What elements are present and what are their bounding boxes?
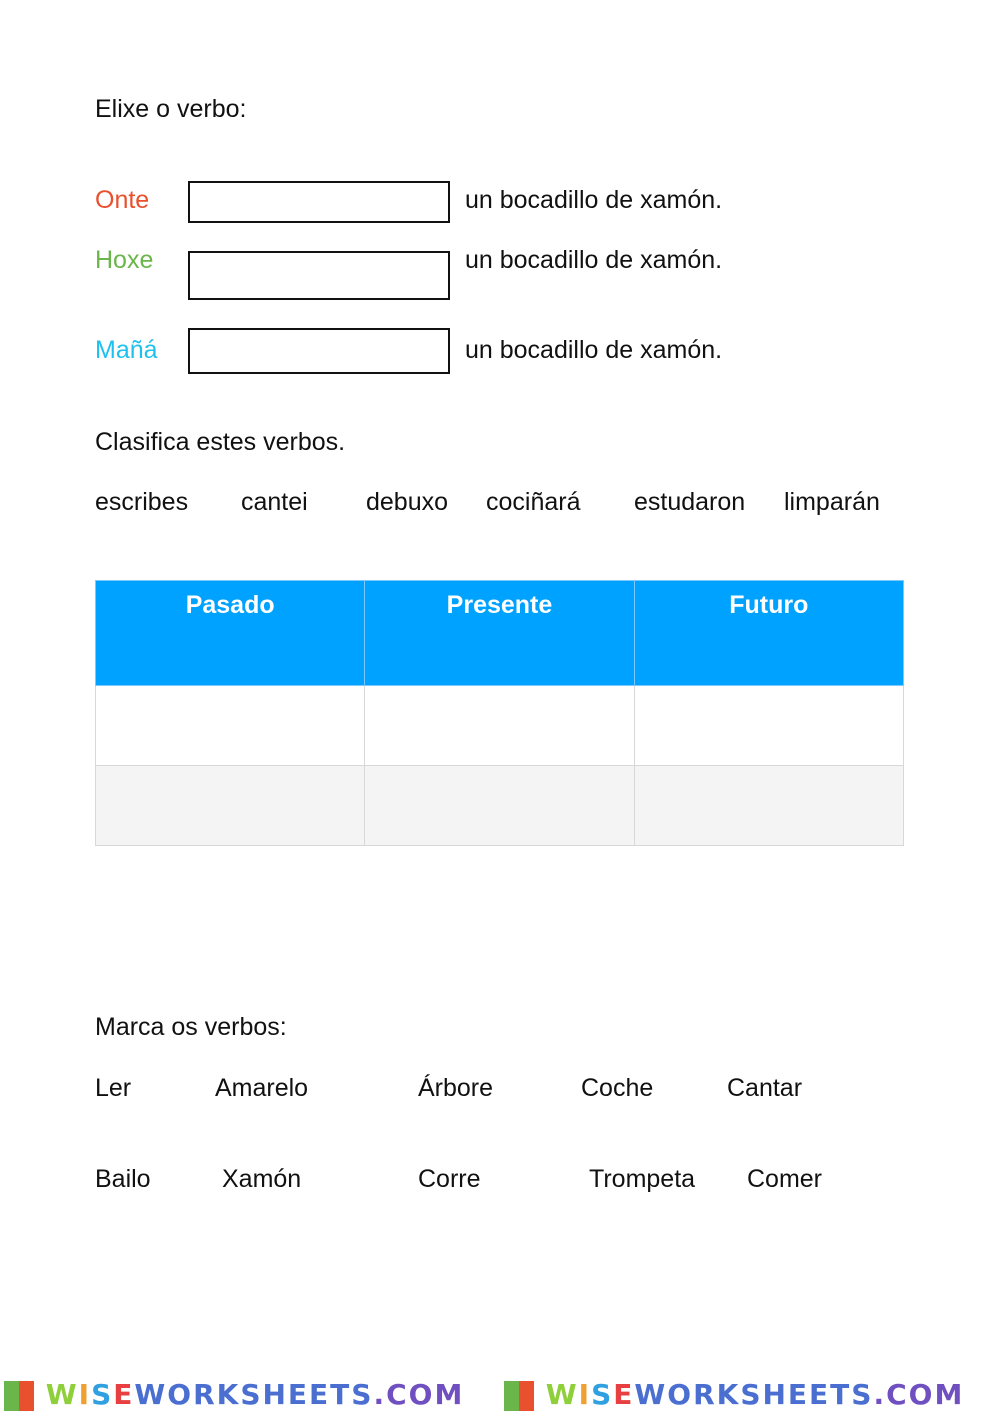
sentence-suffix: un bocadillo de xamón. (465, 186, 723, 214)
answer-input-onte[interactable] (188, 181, 450, 223)
selectable-word[interactable]: Corre (418, 1165, 481, 1194)
drop-cell[interactable] (364, 765, 635, 846)
drop-cell[interactable] (633, 685, 905, 766)
section3-title: Marca os verbos: (95, 1013, 287, 1041)
header-pasado: Pasado (94, 580, 366, 686)
draggable-word[interactable]: debuxo (366, 488, 448, 517)
classification-table: Pasado Presente Futuro (94, 580, 905, 846)
answer-input-hoxe[interactable] (188, 251, 450, 300)
header-futuro: Futuro (633, 580, 905, 686)
drop-cell[interactable] (633, 765, 905, 846)
answer-input-mana[interactable] (188, 328, 450, 374)
label-mana: Mañá (95, 336, 158, 364)
section2-title: Clasifica estes verbos. (95, 428, 346, 456)
wiseworksheets-logo: WISEWORKSHEETS.COM (504, 1378, 964, 1411)
sentence-suffix: un bocadillo de xamón. (465, 336, 723, 364)
label-hoxe: Hoxe (95, 246, 154, 274)
draggable-word[interactable]: cantei (241, 488, 308, 517)
selectable-word[interactable]: Comer (747, 1165, 822, 1194)
wiseworksheets-logo: WISEWORKSHEETS.COM (4, 1378, 464, 1411)
draggable-word[interactable]: cociñará (486, 488, 581, 517)
drop-cell[interactable] (94, 765, 366, 846)
logo-blocks-icon (4, 1381, 34, 1411)
sentence-suffix: un bocadillo de xamón. (465, 246, 723, 274)
section1-title: Elixe o verbo: (95, 95, 247, 123)
drop-cell[interactable] (94, 685, 366, 766)
selectable-word[interactable]: Ler (95, 1074, 131, 1103)
header-presente: Presente (364, 580, 635, 686)
draggable-word[interactable]: escribes (95, 488, 188, 517)
selectable-word[interactable]: Bailo (95, 1165, 151, 1194)
selectable-word[interactable]: Árbore (418, 1074, 493, 1103)
selectable-word[interactable]: Cantar (727, 1074, 802, 1103)
selectable-word[interactable]: Coche (581, 1074, 653, 1103)
draggable-word[interactable]: limparán (784, 488, 880, 517)
selectable-word[interactable]: Amarelo (215, 1074, 308, 1103)
drop-cell[interactable] (364, 685, 635, 766)
logo-blocks-icon (504, 1381, 534, 1411)
label-onte: Onte (95, 186, 150, 214)
selectable-word[interactable]: Trompeta (589, 1165, 695, 1194)
draggable-word[interactable]: estudaron (634, 488, 745, 517)
selectable-word[interactable]: Xamón (222, 1165, 301, 1194)
